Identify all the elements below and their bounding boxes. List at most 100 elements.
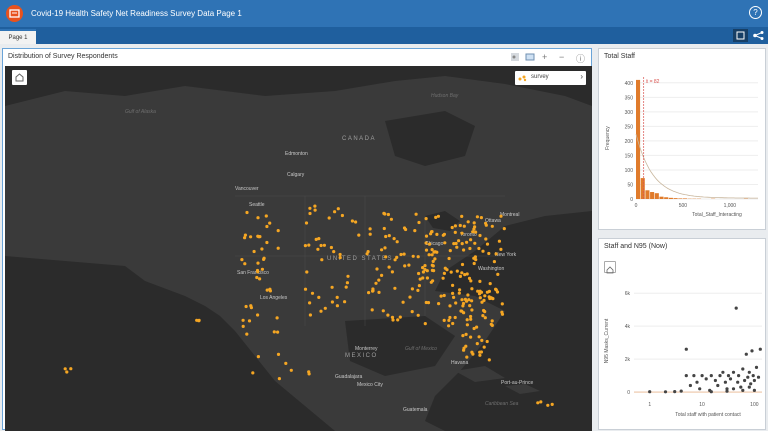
app-title: Covid-19 Health Safety Net Readiness Sur… — [31, 9, 242, 18]
histogram-bar — [655, 193, 659, 199]
histogram-bar — [678, 198, 682, 199]
x-tick-label: 500 — [679, 203, 688, 209]
label-port-au-prince: Port-au-Prince — [501, 380, 533, 386]
scatter-point — [743, 379, 746, 382]
app-header: Covid-19 Health Safety Net Readiness Sur… — [0, 0, 768, 27]
zoom-out-button[interactable]: − — [559, 52, 564, 62]
histogram-bar — [650, 192, 654, 199]
scatter-point — [753, 379, 756, 382]
label-seattle: Seattle — [249, 202, 265, 208]
label-gulf-of-mexico: Gulf of Mexico — [405, 346, 437, 352]
scatter-point — [737, 374, 740, 377]
scatter-point — [748, 371, 751, 374]
chevron-right-icon[interactable]: › — [580, 72, 583, 81]
help-icon[interactable]: ? — [749, 6, 762, 19]
y-tick-label: 250 — [625, 124, 634, 130]
scatter-point — [716, 384, 719, 387]
label-calgary: Calgary — [287, 172, 304, 178]
label-mexico-city: Mexico City — [357, 382, 383, 388]
x-axis-label: Total staff with patient contact — [675, 412, 741, 418]
scatter-point — [721, 371, 724, 374]
scatter-point — [746, 376, 749, 379]
label-havana: Havana — [451, 360, 468, 366]
scatter-point — [664, 390, 667, 393]
label-san-francisco: San Francisco — [237, 270, 269, 276]
page-tabbar: Page 1 — [0, 27, 768, 44]
scatter-point — [701, 374, 704, 377]
x-tick-label: 10 — [699, 402, 705, 408]
total-staff-card[interactable]: Total Staff 0501001502002503003504000500… — [598, 48, 766, 230]
scatter-point — [757, 376, 760, 379]
scatter-point — [739, 386, 742, 389]
y-tick-label: 0 — [630, 197, 633, 203]
mean-annotation: x̄ = 82 — [646, 79, 660, 85]
label-hudson-bay: Hudson Bay — [431, 93, 458, 99]
scatter-point — [729, 377, 732, 380]
scatter-point — [736, 381, 739, 384]
histogram-bar — [683, 198, 687, 199]
histogram-bar — [664, 197, 668, 199]
label-caribbean-sea: Caribbean Sea — [485, 401, 518, 407]
scatter-point — [673, 390, 676, 393]
staff-n95-card[interactable]: Staff and N95 (Now) 02k4k6k110100Total s… — [598, 238, 766, 430]
scatter-point — [741, 389, 744, 392]
label-chicago: Chicago — [425, 241, 443, 247]
histogram-bar — [659, 197, 663, 199]
x-tick-label: 100 — [750, 402, 759, 408]
legend-icon[interactable] — [510, 52, 520, 64]
y-tick-label: 0 — [627, 390, 630, 396]
layer-legend-chip[interactable]: survey › — [515, 71, 586, 85]
y-axis-label: N95 Masks_Current — [604, 318, 610, 363]
scatter-point — [749, 382, 752, 385]
table-icon[interactable] — [525, 52, 535, 64]
x-tick-label: 1,000 — [724, 203, 737, 209]
scatter-point — [724, 381, 727, 384]
y-tick-label: 400 — [625, 81, 634, 87]
y-tick-label: 6k — [625, 291, 631, 297]
histogram-bar — [669, 198, 673, 199]
home-icon[interactable] — [604, 261, 616, 273]
scatter-point — [648, 390, 651, 393]
y-tick-label: 50 — [627, 182, 633, 188]
label-toronto: Toronto — [460, 232, 477, 238]
histogram-bar — [636, 80, 640, 199]
home-button[interactable] — [12, 70, 27, 85]
scatter-point — [685, 374, 688, 377]
scatter-point — [705, 377, 708, 380]
total-staff-title: Total Staff — [604, 53, 635, 60]
x-tick-label: 0 — [635, 203, 638, 209]
tab-page-1[interactable]: Page 1 — [0, 29, 36, 44]
label-united-states: UNITED STATES — [327, 256, 393, 262]
legend-layer-label: survey — [531, 74, 549, 80]
histogram-bar — [641, 178, 645, 199]
scatter-point — [689, 384, 692, 387]
histogram-chart: 05010015020025030035040005001,000x̄ = 82… — [600, 69, 766, 229]
scatter-point — [732, 371, 735, 374]
label-gulf-of-alaska: Gulf of Alaska — [125, 109, 156, 115]
y-axis-label: Frequency — [605, 126, 611, 150]
map-card[interactable]: Distribution of Survey Respondents + − ⓘ — [2, 48, 592, 430]
zoom-in-button[interactable]: + — [542, 52, 547, 62]
label-ottawa: Ottawa — [485, 218, 501, 224]
label-new-york: New York — [495, 252, 516, 258]
scatter-point — [685, 348, 688, 351]
share-icon[interactable] — [751, 29, 766, 42]
label-edmonton: Edmonton — [285, 151, 308, 157]
scatter-point — [714, 379, 717, 382]
label-guadalajara: Guadalajara — [335, 374, 362, 380]
x-tick-label: 1 — [648, 402, 651, 408]
basemap — [5, 66, 592, 431]
label-montreal: Montreal — [500, 212, 519, 218]
scatter-point — [680, 390, 683, 393]
info-icon[interactable]: ⓘ — [576, 52, 585, 65]
y-tick-label: 350 — [625, 95, 634, 101]
y-tick-label: 150 — [625, 153, 634, 159]
map-view[interactable]: survey › CANADA UNITED STATES MEXICO Hud… — [5, 66, 592, 431]
label-canada: CANADA — [342, 136, 376, 142]
card-layout-icon[interactable] — [733, 29, 748, 42]
label-los-angeles: Los Angeles — [260, 295, 287, 301]
scatter-point — [710, 390, 713, 393]
scatter-point — [725, 390, 728, 393]
scatter-point — [753, 389, 756, 392]
scatter-point — [745, 353, 748, 356]
